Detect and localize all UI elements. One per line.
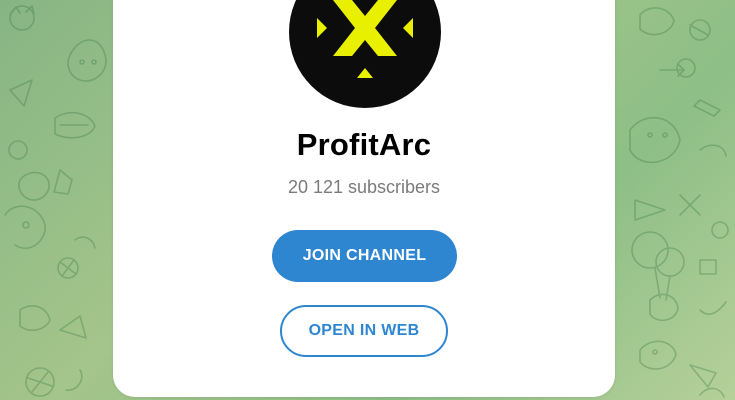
channel-name: ProfitArc [296,127,432,162]
subscriber-count: 20 121 subscribers [287,177,441,197]
open-in-web-button[interactable]: OPEN IN WEB [280,305,448,357]
join-channel-button[interactable]: JOIN CHANNEL [272,230,457,282]
